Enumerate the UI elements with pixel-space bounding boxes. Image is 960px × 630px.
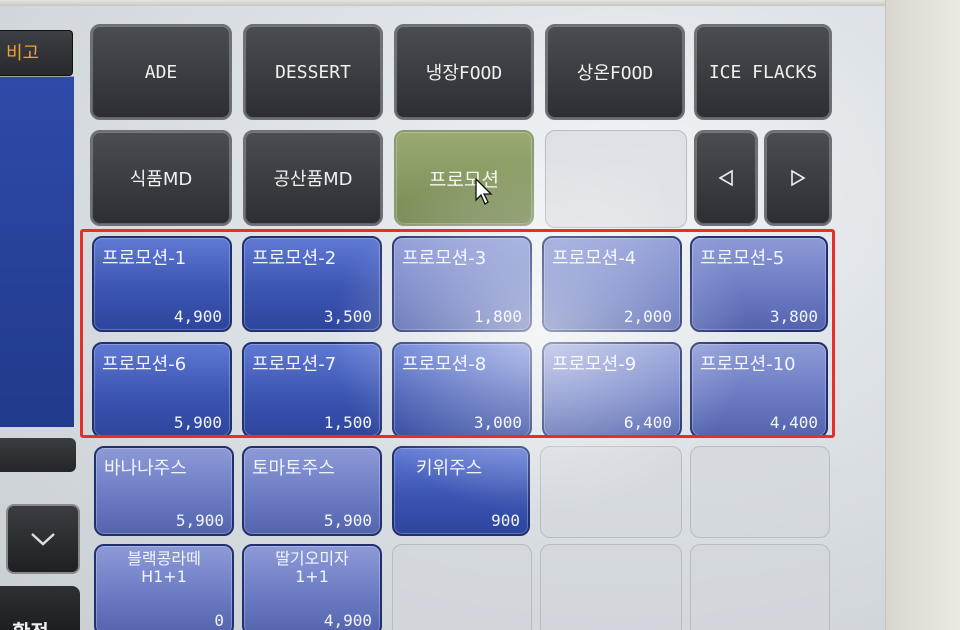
product-button[interactable]: 프로모션-4 2,000 [542, 236, 682, 332]
product-price: 5,900 [173, 413, 222, 432]
product-price: 3,800 [769, 307, 818, 326]
empty-slot [545, 130, 687, 228]
product-name: 프로모션-1 [102, 248, 187, 269]
category-dessert-button[interactable]: DESSERT [243, 24, 383, 120]
product-name: 바나나주스 [104, 458, 187, 479]
empty-slot [392, 544, 532, 630]
product-button[interactable]: 프로모션-5 3,800 [690, 236, 828, 332]
product-button[interactable]: 프로모션-2 3,500 [242, 236, 382, 332]
product-button[interactable]: 토마토주스 5,900 [242, 446, 382, 536]
product-name: 프로모션-10 [700, 354, 796, 375]
product-button[interactable]: 프로모션-7 1,500 [242, 342, 382, 438]
category-ade-button[interactable]: ADE [90, 24, 232, 120]
empty-slot [540, 446, 682, 538]
next-page-button[interactable] [764, 130, 832, 226]
product-price: 1,800 [473, 307, 522, 326]
category-ice-flacks-button[interactable]: ICE FLACKS [694, 24, 832, 120]
confirm-button[interactable]: 확정 [0, 586, 80, 630]
empty-slot [690, 544, 830, 630]
device-frame-right [872, 0, 960, 630]
category-label: DESSERT [275, 61, 351, 83]
product-price: 4,900 [323, 611, 372, 630]
order-list-panel[interactable] [0, 76, 74, 427]
triangle-left-icon [718, 169, 733, 187]
product-price: 0 [214, 611, 224, 630]
category-label: ICE FLACKS [708, 61, 818, 83]
triangle-right-icon [791, 169, 806, 187]
product-name: 토마토주스 [252, 458, 335, 479]
product-button[interactable]: 딸기오미자 1+1 4,900 [242, 544, 382, 630]
confirm-button-label: 확정 [12, 616, 49, 630]
category-label: 상온FOOD [576, 63, 654, 84]
product-name: 프로모션-9 [552, 354, 637, 375]
product-name: 딸기오미자 1+1 [275, 549, 349, 586]
product-name: 프로모션-8 [402, 354, 487, 375]
category-label: 공산품MD [273, 169, 353, 190]
product-price: 5,900 [175, 511, 224, 530]
product-price: 5,900 [323, 511, 372, 530]
product-price: 4,900 [173, 307, 222, 326]
mouse-pointer-icon [475, 178, 493, 205]
product-button[interactable]: 프로모션-9 6,400 [542, 342, 682, 438]
product-button[interactable]: 블랙콩라떼 H1+1 0 [94, 544, 234, 630]
product-name: 프로모션-4 [552, 248, 637, 269]
category-label: 냉장FOOD [425, 63, 503, 84]
category-ambient-food-button[interactable]: 상온FOOD [545, 24, 685, 120]
prev-page-button[interactable] [694, 130, 758, 226]
category-food-md-button[interactable]: 식품MD [90, 130, 232, 226]
product-button[interactable]: 프로모션-6 5,900 [92, 342, 232, 438]
product-name: 프로모션-6 [102, 354, 187, 375]
order-summary-bar [0, 438, 76, 472]
product-price: 2,000 [623, 307, 672, 326]
category-label: ADE [144, 61, 178, 83]
product-button[interactable]: 프로모션-10 4,400 [690, 342, 828, 438]
product-name: 프로모션-7 [252, 354, 337, 375]
product-price: 3,500 [323, 307, 372, 326]
product-price: 900 [491, 511, 520, 530]
product-name: 키위주스 [416, 458, 483, 479]
product-name: 블랙콩라떼 H1+1 [127, 549, 201, 586]
product-price: 1,500 [323, 413, 372, 432]
product-button[interactable]: 프로모션-8 3,000 [392, 342, 532, 438]
remarks-header-label: 비고 [6, 43, 40, 64]
product-button[interactable]: 프로모션-1 4,900 [92, 236, 232, 332]
remarks-header: 비고 [0, 30, 73, 76]
category-goods-md-button[interactable]: 공산품MD [243, 130, 383, 226]
category-chilled-food-button[interactable]: 냉장FOOD [394, 24, 534, 120]
pos-screen: 비고 확정 ADE DESSERT 냉장FOOD 상온FOOD ICE FLAC… [0, 6, 885, 630]
product-button[interactable]: 키위주스 900 [392, 446, 530, 536]
category-label: 식품MD [129, 169, 193, 190]
product-name: 프로모션-2 [252, 248, 337, 269]
product-button[interactable]: 바나나주스 5,900 [94, 446, 234, 536]
product-price: 6,400 [623, 413, 672, 432]
product-name: 프로모션-5 [700, 248, 785, 269]
empty-slot [540, 544, 682, 630]
product-button[interactable]: 프로모션-3 1,800 [392, 236, 532, 332]
scroll-down-button[interactable] [6, 504, 80, 574]
product-price: 3,000 [473, 413, 522, 432]
product-name: 프로모션-3 [402, 248, 487, 269]
product-price: 4,400 [769, 413, 818, 432]
chevron-down-icon [31, 533, 55, 546]
empty-slot [690, 446, 830, 538]
category-promotion-button[interactable]: 프로모션 [394, 130, 534, 226]
